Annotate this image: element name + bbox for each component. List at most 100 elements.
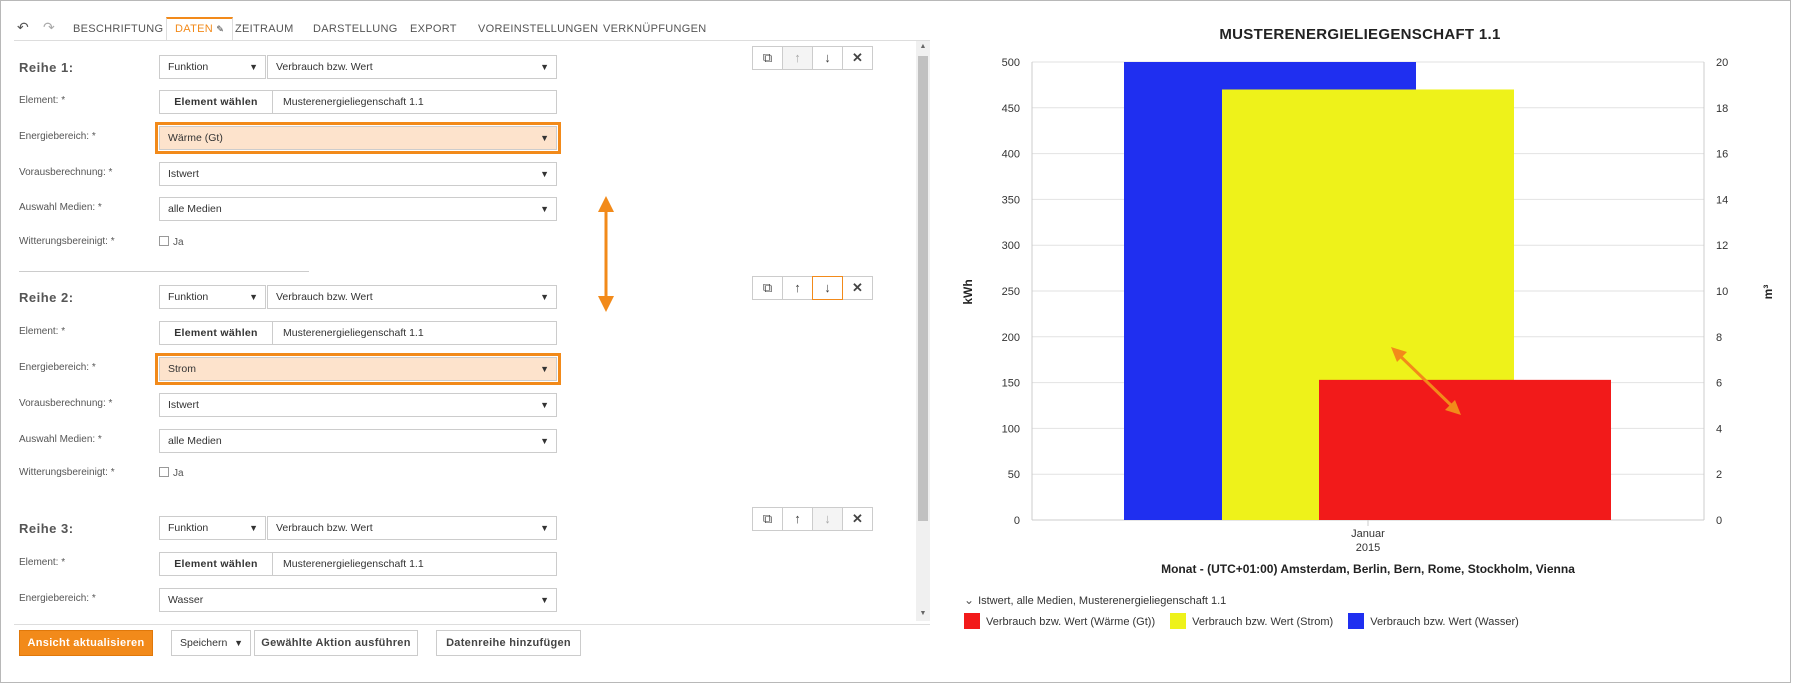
- y-tick-label: 450: [1002, 103, 1020, 115]
- row1-energy-label: Energiebereich: *: [19, 131, 96, 142]
- row3-element-label: Element: *: [19, 557, 66, 568]
- row2-energy-label: Energiebereich: *: [19, 362, 96, 373]
- row1-forecast-select[interactable]: Istwert ▼: [159, 162, 557, 186]
- tab-darstellung[interactable]: DARSTELLUNG: [313, 18, 398, 40]
- row1-energy-highlight: [155, 122, 561, 154]
- row2-weather-checkbox-label: Ja: [173, 468, 184, 479]
- scrollbar-thumb[interactable]: [918, 56, 928, 521]
- arrow-up-icon[interactable]: ↑: [782, 46, 813, 70]
- legend-swatch-red: [964, 613, 980, 629]
- scroll-up-icon[interactable]: ▲: [918, 43, 928, 50]
- row3-energy-select[interactable]: Wasser ▼: [159, 588, 557, 612]
- copy-icon[interactable]: ⧉: [752, 276, 783, 300]
- tab-daten-label: DATEN: [175, 23, 213, 35]
- row1-function-value: Funktion: [168, 61, 209, 73]
- bar-waerme[interactable]: [1319, 379, 1611, 520]
- tab-verknuepfungen[interactable]: VERKNÜPFUNGEN: [603, 18, 707, 40]
- element-waehlen-button[interactable]: Element wählen: [160, 322, 273, 344]
- update-view-button[interactable]: Ansicht aktualisieren: [19, 630, 153, 656]
- chevron-down-icon: ▼: [249, 292, 258, 302]
- legend-items: Verbrauch bzw. Wert (Wärme (Gt)) Verbrau…: [964, 613, 1519, 629]
- arrow-up-icon[interactable]: ↑: [782, 507, 813, 531]
- row1-element-picker[interactable]: Element wählen Musterenergieliegenschaft …: [159, 90, 557, 114]
- y2-axis-label: m³: [1761, 285, 1775, 300]
- arrow-down-icon[interactable]: ↓: [812, 507, 843, 531]
- y-tick-label: 150: [1002, 378, 1020, 390]
- close-icon[interactable]: ✕: [842, 507, 873, 531]
- row3-element-picker[interactable]: Element wählen Musterenergieliegenschaft …: [159, 552, 557, 576]
- bottom-action-bar: Ansicht aktualisieren Speichern ▼ Gewählt…: [14, 624, 930, 661]
- y2-tick-label: 14: [1716, 194, 1728, 206]
- row1-element-value: Musterenergieliegenschaft 1.1: [283, 96, 424, 108]
- row1-controls: ⧉ ↑ ↓ ✕: [752, 46, 873, 70]
- row2-value-value: Verbrauch bzw. Wert: [276, 291, 373, 303]
- arrow-up-icon[interactable]: ↑: [782, 276, 813, 300]
- element-waehlen-button[interactable]: Element wählen: [160, 553, 273, 575]
- arrow-down-icon[interactable]: ↓: [812, 276, 843, 300]
- legend-swatch-blue: [1348, 613, 1365, 629]
- element-waehlen-button[interactable]: Element wählen: [160, 91, 273, 113]
- row2-value-select[interactable]: Verbrauch bzw. Wert ▼: [267, 285, 557, 309]
- add-series-button[interactable]: Datenreihe hinzufügen: [436, 630, 581, 656]
- redo-icon[interactable]: ↷: [43, 19, 55, 36]
- y-tick-label: 100: [1002, 423, 1020, 435]
- row2-element-picker[interactable]: Element wählen Musterenergieliegenschaft …: [159, 321, 557, 345]
- series-form: Reihe 1: Funktion ▼ Verbrauch bzw. Wert ▼ …: [14, 41, 930, 621]
- tab-zeitraum[interactable]: ZEITRAUM: [235, 18, 294, 40]
- y2-tick-label: 6: [1716, 378, 1722, 390]
- run-action-button[interactable]: Gewählte Aktion ausführen: [254, 630, 418, 656]
- plot-area: 0 50 100 150 200 250 300 350 400 450 500 0 2 4 6 8 10 12 1…: [1002, 57, 1729, 527]
- arrow-down-icon[interactable]: ↓: [812, 46, 843, 70]
- legend-group-header[interactable]: ⌄ Istwert, alle Medien, Musterenergielieg…: [964, 593, 1226, 607]
- chevron-down-icon: ▼: [540, 400, 549, 410]
- undo-icon[interactable]: ↶: [17, 19, 29, 36]
- scroll-down-icon[interactable]: ▼: [918, 610, 928, 617]
- row1-weather-checkbox[interactable]: Ja: [159, 236, 184, 248]
- row2-forecast-label: Vorausberechnung: *: [19, 398, 113, 409]
- y2-tick-label: 10: [1716, 286, 1728, 298]
- chevron-down-icon: ▼: [540, 62, 549, 72]
- row3-element-value: Musterenergieliegenschaft 1.1: [283, 558, 424, 570]
- row2-media-select[interactable]: alle Medien ▼: [159, 429, 557, 453]
- y-tick-label: 200: [1002, 332, 1020, 344]
- close-icon[interactable]: ✕: [842, 276, 873, 300]
- legend-item-strom[interactable]: Verbrauch bzw. Wert (Strom): [1170, 613, 1333, 629]
- checkbox-icon: [159, 236, 169, 246]
- x-category-label-2: 2015: [1356, 542, 1380, 554]
- chevron-down-icon: ▼: [540, 169, 549, 179]
- save-action-select[interactable]: Speichern ▼: [171, 630, 251, 656]
- row1-media-select[interactable]: alle Medien ▼: [159, 197, 557, 221]
- bar-chart: kWh m³ Januar 2015 Monat - (UTC+01:00) A…: [961, 57, 1775, 576]
- row3-energy-value: Wasser: [168, 594, 204, 606]
- close-icon[interactable]: ✕: [842, 46, 873, 70]
- row2-function-value: Funktion: [168, 291, 209, 303]
- tab-export[interactable]: EXPORT: [410, 18, 457, 40]
- y2-tick-label: 0: [1716, 515, 1722, 527]
- y2-tick-label: 4: [1716, 423, 1722, 435]
- row1-forecast-value: Istwert: [168, 168, 199, 180]
- checkbox-icon: [159, 467, 169, 477]
- row3-function-select[interactable]: Funktion ▼: [159, 516, 266, 540]
- row1-value-value: Verbrauch bzw. Wert: [276, 61, 373, 73]
- y-tick-label: 0: [1014, 515, 1020, 527]
- tab-beschriftung[interactable]: BESCHRIFTUNG: [73, 18, 163, 40]
- row1-title: Reihe 1:: [19, 60, 74, 75]
- row2-function-select[interactable]: Funktion ▼: [159, 285, 266, 309]
- row2-weather-checkbox[interactable]: Ja: [159, 467, 184, 479]
- row2-media-value: alle Medien: [168, 435, 222, 447]
- copy-icon[interactable]: ⧉: [752, 46, 783, 70]
- legend-item-wasser[interactable]: Verbrauch bzw. Wert (Wasser): [1348, 613, 1519, 629]
- row2-title: Reihe 2:: [19, 290, 74, 305]
- row1-forecast-label: Vorausberechnung: *: [19, 167, 113, 178]
- row1-weather-label: Witterungsbereinigt: *: [19, 236, 115, 247]
- copy-icon[interactable]: ⧉: [752, 507, 783, 531]
- row3-value-select[interactable]: Verbrauch bzw. Wert ▼: [267, 516, 557, 540]
- legend-item-waerme[interactable]: Verbrauch bzw. Wert (Wärme (Gt)): [964, 613, 1155, 629]
- tab-voreinstellungen[interactable]: VOREINSTELLUNGEN: [478, 18, 598, 40]
- row1-function-select[interactable]: Funktion ▼: [159, 55, 266, 79]
- row2-forecast-select[interactable]: Istwert ▼: [159, 393, 557, 417]
- tab-daten[interactable]: DATEN ✎: [166, 17, 234, 41]
- chevron-down-icon: ⌄: [964, 593, 975, 607]
- row1-value-select[interactable]: Verbrauch bzw. Wert ▼: [267, 55, 557, 79]
- y-tick-label: 300: [1002, 240, 1020, 252]
